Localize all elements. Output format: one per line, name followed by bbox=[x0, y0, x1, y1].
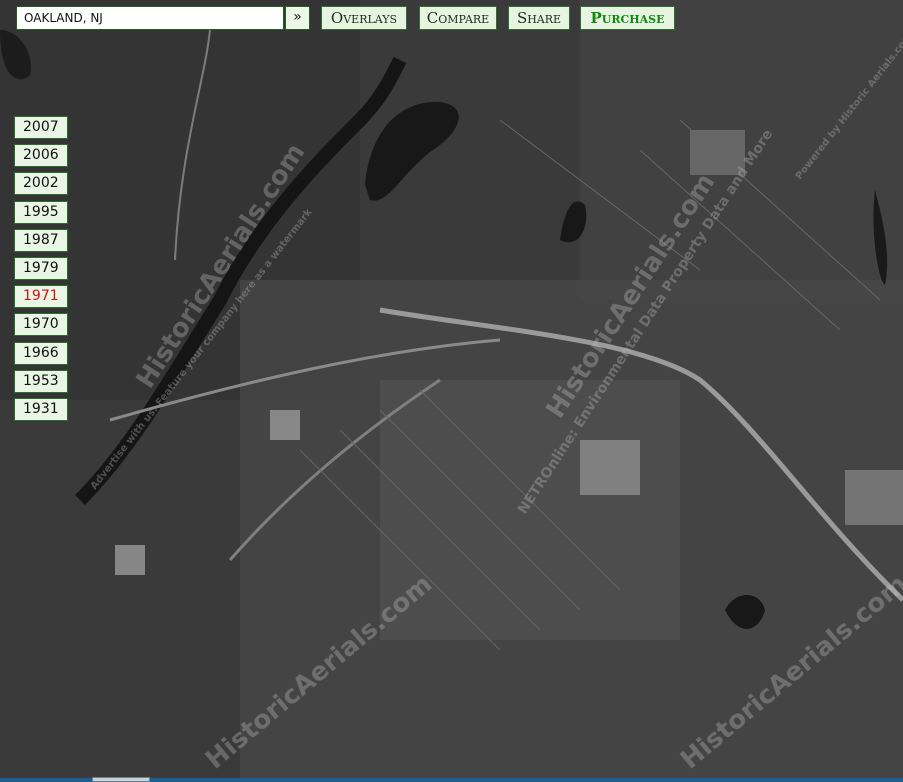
year-button-1979[interactable]: 1979 bbox=[14, 256, 68, 280]
search-go-button[interactable]: » bbox=[285, 6, 310, 30]
bottom-tab[interactable] bbox=[92, 777, 150, 782]
year-selector: 2007 2006 2002 1995 1987 1979 1971 1970 … bbox=[14, 116, 69, 426]
clearing-1 bbox=[580, 440, 640, 495]
clearing-4 bbox=[270, 410, 300, 440]
year-button-2002[interactable]: 2002 bbox=[14, 172, 68, 196]
year-button-1966[interactable]: 1966 bbox=[14, 341, 68, 365]
year-button-1995[interactable]: 1995 bbox=[14, 200, 68, 224]
overlays-button[interactable]: Overlays bbox=[321, 6, 407, 30]
clearing-5 bbox=[115, 545, 145, 575]
clearing-3 bbox=[845, 470, 903, 525]
year-button-1971[interactable]: 1971 bbox=[14, 285, 68, 309]
year-button-1987[interactable]: 1987 bbox=[14, 228, 68, 252]
share-button[interactable]: Share bbox=[508, 6, 570, 30]
year-button-2006[interactable]: 2006 bbox=[14, 144, 68, 168]
year-button-1931[interactable]: 1931 bbox=[14, 397, 68, 421]
year-button-1953[interactable]: 1953 bbox=[14, 369, 68, 393]
location-search-input[interactable]: OAKLAND, NJ bbox=[16, 6, 284, 30]
year-button-1970[interactable]: 1970 bbox=[14, 313, 68, 337]
aerial-map[interactable]: HistoricAerials.com HistoricAerials.com … bbox=[0, 0, 903, 782]
year-button-2007[interactable]: 2007 bbox=[14, 116, 68, 139]
compare-button[interactable]: Compare bbox=[419, 6, 497, 30]
purchase-button[interactable]: Purchase bbox=[580, 6, 675, 30]
